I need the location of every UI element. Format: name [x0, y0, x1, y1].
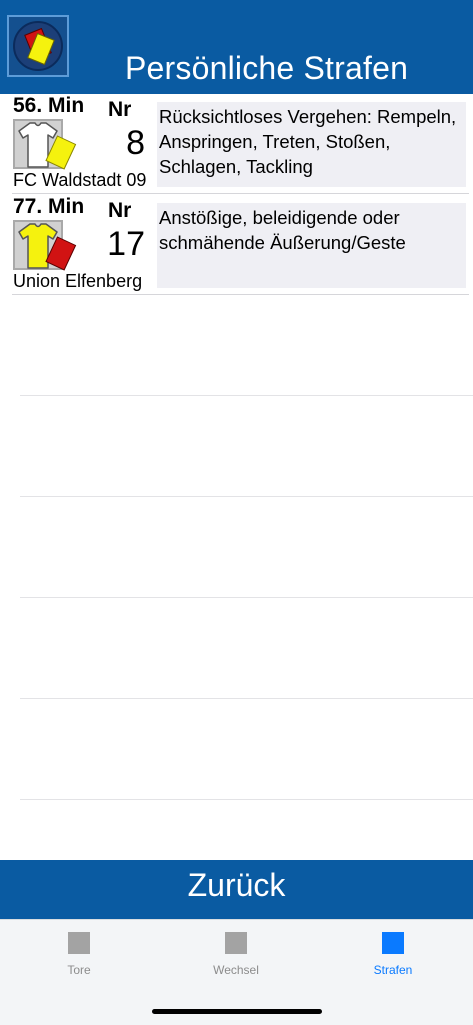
tab-strafen[interactable]: Strafen [353, 932, 433, 977]
tab-wechsel[interactable]: Wechsel [196, 932, 276, 977]
empty-row-divider [20, 496, 473, 497]
tab-bar: Tore Wechsel Strafen [0, 919, 473, 1025]
row-divider [12, 294, 469, 295]
nr-label: Nr [108, 199, 132, 222]
header-bar: Persönliche Strafen [0, 0, 473, 94]
tab-tore[interactable]: Tore [39, 932, 119, 977]
row-divider [12, 193, 469, 194]
penalty-row[interactable]: 77. Min Nr 17 Union Elfenberg Anstößige,… [0, 195, 473, 295]
back-button[interactable]: Zurück [0, 860, 473, 919]
jersey-card-graphic [13, 119, 79, 170]
tore-icon [68, 932, 90, 954]
page-title: Persönliche Strafen [125, 50, 409, 86]
wechsel-icon [225, 932, 247, 954]
empty-row-divider [20, 395, 473, 396]
empty-row-divider [20, 698, 473, 699]
jersey-card-graphic [13, 220, 79, 271]
tab-label: Wechsel [213, 963, 259, 977]
empty-row-divider [20, 597, 473, 598]
yellow-card-icon [45, 135, 77, 170]
nr-label: Nr [108, 98, 132, 121]
penalty-minute: 77. Min [13, 195, 85, 218]
red-card-icon [45, 236, 77, 271]
tab-label: Tore [67, 963, 91, 977]
penalty-description: Anstößige, beleidigende oder schmähende … [157, 203, 466, 288]
penalty-minute: 56. Min [13, 94, 85, 117]
penalty-description: Rücksichtloses Vergehen: Rempeln, Anspri… [157, 102, 466, 187]
team-name: FC Waldstadt 09 [13, 170, 147, 190]
player-number: 8 [126, 124, 145, 162]
home-indicator[interactable] [152, 1009, 322, 1014]
strafen-icon [382, 932, 404, 954]
penalty-row[interactable]: 56. Min Nr 8 FC Waldstadt 09 Rücksichtlo… [0, 94, 473, 194]
player-number: 17 [107, 225, 145, 263]
empty-row-divider [20, 799, 473, 800]
team-name: Union Elfenberg [13, 271, 143, 291]
cards-icon [7, 15, 69, 77]
tab-label: Strafen [373, 963, 413, 977]
